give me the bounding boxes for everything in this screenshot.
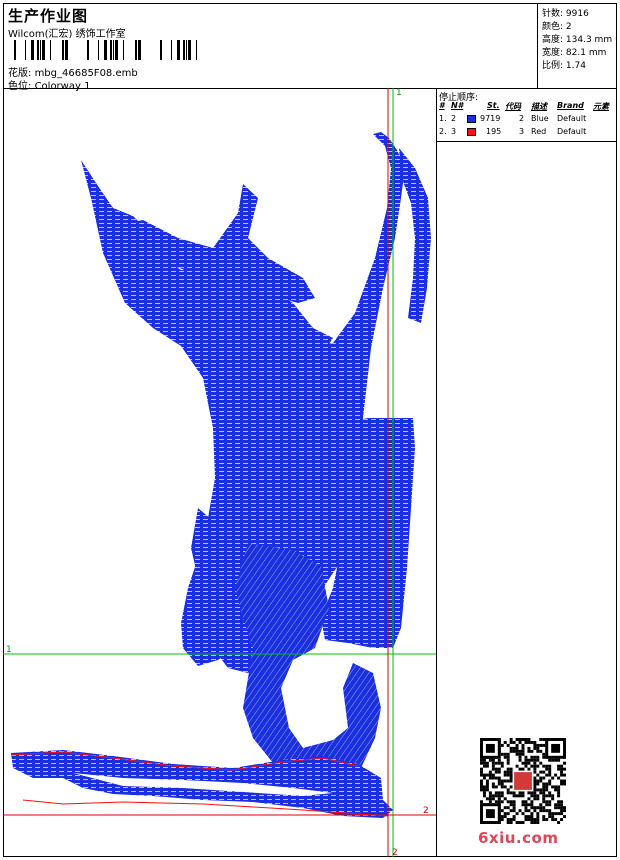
watermark-logo: 6xiu.com	[478, 829, 559, 847]
col-n: N#	[451, 101, 464, 110]
barcode	[14, 40, 197, 60]
color-swatch-blue	[467, 115, 476, 123]
col-brand: Brand	[557, 101, 584, 110]
stat-colors: 颜色: 2	[542, 22, 572, 32]
page-title: 生产作业图	[8, 7, 89, 25]
table-header: # N# St. 代码 描述 Brand 元素	[437, 101, 617, 113]
stat-width: 宽度: 82.1 mm	[542, 48, 607, 58]
color-swatch-red	[467, 128, 476, 136]
guide-label-h2: 2	[423, 806, 429, 816]
stats-panel: 针数: 9916 颜色: 2 高度: 134.3 mm 宽度: 82.1 mm …	[537, 3, 618, 88]
guide-label-h1: 1	[6, 645, 12, 655]
col-code: 代码	[505, 102, 521, 111]
company-name: Wilcom(汇宏) 绣饰工作室	[8, 29, 126, 40]
table-row[interactable]: 2. 3 195 3 Red Default	[437, 127, 617, 139]
header-info: 生产作业图 Wilcom(汇宏) 绣饰工作室 花版: mbg_46685F08.…	[3, 3, 537, 92]
table-bottom-border	[437, 141, 617, 142]
col-st: St.	[487, 101, 500, 110]
table-row[interactable]: 1. 2 9719 2 Blue Default	[437, 114, 617, 126]
stop-sequence-table: # N# St. 代码 描述 Brand 元素 1. 2 9719 2 Blue…	[437, 101, 617, 136]
neck-strand	[399, 148, 431, 323]
col-element: 元素	[593, 102, 609, 111]
stat-stitches: 针数: 9916	[542, 9, 589, 19]
embroidery-design-canvas[interactable]	[3, 88, 436, 857]
qr-code[interactable]	[480, 738, 566, 824]
guide-label-v1: 1	[396, 88, 402, 98]
stat-scale: 比例: 1.74	[542, 61, 586, 71]
stat-height: 高度: 134.3 mm	[542, 35, 613, 45]
panel-divider	[436, 88, 437, 857]
col-index: #	[439, 101, 445, 110]
col-desc: 描述	[531, 102, 547, 111]
guide-label-v2: 2	[392, 848, 398, 858]
